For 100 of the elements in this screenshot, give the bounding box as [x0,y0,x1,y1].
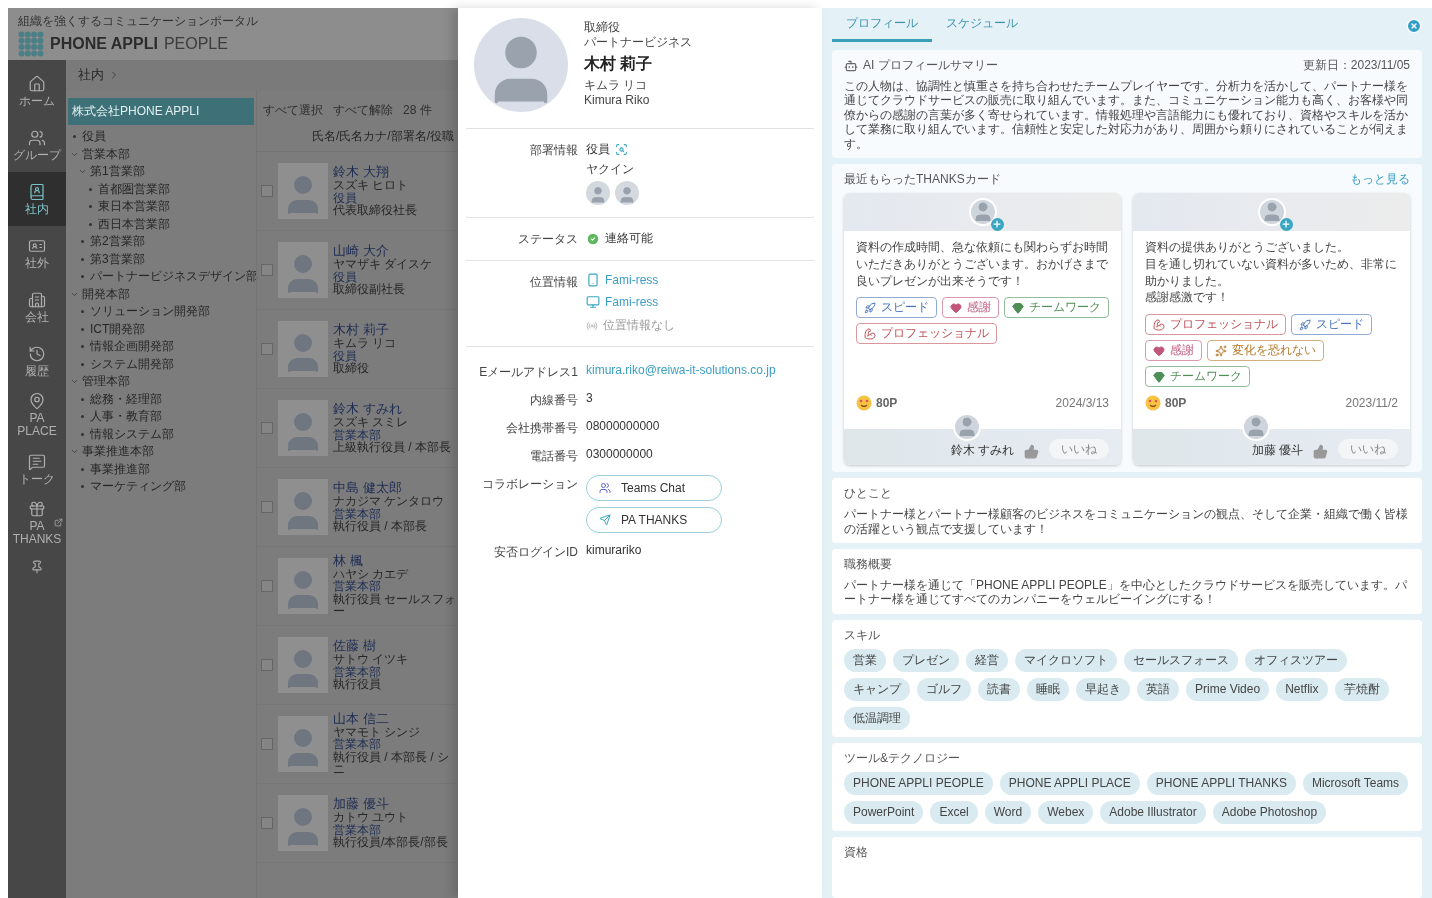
field-label: 部署情報 [529,142,578,159]
person-kana: ナカジマ ケンタロウ [333,494,445,508]
breadcrumb[interactable]: 社内 [78,66,104,84]
nav-item[interactable]: 社内 [8,172,66,226]
pin-icon[interactable] [30,560,44,574]
person-name[interactable]: 中島 健太郎 [333,481,445,495]
bullet-icon [81,345,84,349]
person-title: 執行役員 / 本部長 [333,520,428,533]
section-text: パートナー様とパートナー様顧客のビジネスをコミュニケーションの観点、そして企業・組織で働く皆様の活躍という観点で支援しています！ [844,507,1409,536]
select-all-button[interactable]: すべて選択 [263,101,323,119]
like-button[interactable]: いいね [1338,439,1398,460]
checkbox[interactable] [261,817,273,829]
thumbs-up-icon[interactable] [1313,444,1328,460]
more-link[interactable]: もっと見る [1350,170,1410,188]
thanks-button[interactable]: PA THANKS [586,507,722,533]
skill-chip: セールスフォース [1124,648,1238,672]
teams-chat-button[interactable]: Teams Chat [586,475,722,501]
checkbox[interactable] [261,738,273,750]
tree-item[interactable]: 情報企画開発部 [68,338,174,356]
tree-item[interactable]: 営業本部 [68,145,130,163]
product-name: PEOPLE [163,35,228,53]
person-title: 上級執行役員 / 本部長 [333,441,451,454]
nav-item[interactable]: ホーム [8,64,66,118]
send-icon [599,514,611,526]
location-link[interactable]: Fami-ress [605,273,659,287]
checkbox[interactable] [261,264,273,276]
person-name[interactable]: 鈴木 大翔 [333,165,417,179]
tree-item[interactable]: システム開発部 [68,355,174,373]
bullet-icon [81,327,84,331]
location-link[interactable]: Fami-ress [605,295,659,309]
signal-icon [586,319,598,332]
tree-item[interactable]: ICT開発部 [68,320,146,338]
person-department: 営業本部 [333,823,381,837]
skill-chip: Netflix [1276,677,1328,701]
thumbs-up-icon[interactable] [1024,444,1039,460]
person-title: 取締役副社長 [333,283,406,296]
tree-item[interactable]: 首都圏営業部 [68,180,170,198]
like-button[interactable]: いいね [1049,439,1109,460]
skill-chip: 芋焼酎 [1334,677,1389,701]
thanks-message: 資料の作成時間、急な依頼にも関わらずお時間いただきありがとうございます。おかげさまで良いプレゼンが出来そうです！ [856,238,1109,290]
close-button[interactable] [1406,18,1422,34]
nav-item[interactable]: 社外 [8,226,66,280]
plus-icon[interactable] [990,217,1004,231]
nav-item[interactable]: PA THANKS [8,496,66,550]
tree-item[interactable]: 第3営業部 [68,250,145,268]
tab[interactable]: プロフィール [832,8,932,42]
tree-item[interactable]: 第2営業部 [68,233,145,251]
bullet-icon [81,257,84,261]
skill-chip: オフィスツアー [1245,648,1347,672]
tree-item[interactable]: ソリューション開発部 [68,303,210,321]
tree-item[interactable]: 西日本営業部 [68,215,170,233]
tree-item[interactable]: 開発本部 [68,285,130,303]
avatar-placeholder[interactable] [615,181,639,205]
tree-item[interactable]: 役員 [68,128,106,146]
tree-root-item[interactable]: 株式会社PHONE APPLI [68,98,254,125]
smartphone-icon [586,273,600,287]
skill-chip: PHONE APPLI PEOPLE [844,771,993,795]
nav-item[interactable]: トーク [8,442,66,496]
tree-item[interactable]: 事業推進部 [68,460,150,478]
checkbox[interactable] [261,659,273,671]
nav-item[interactable]: PA PLACE [8,388,66,442]
tree-item[interactable]: 第1営業部 [68,163,145,181]
person-name[interactable]: 林 楓 [333,554,458,568]
tree-item[interactable]: 人事・教育部 [68,408,162,426]
skill-chip: Prime Video [1186,677,1270,701]
tree-item[interactable]: 総務・経理部 [68,390,162,408]
skill-chip: Adobe Photoshop [1212,800,1327,824]
checkbox[interactable] [261,501,273,513]
field-label: 位置情報 [529,274,578,291]
card-date: 2024/3/13 [1055,396,1109,411]
skill-chip: 英語 [1137,677,1179,701]
tab[interactable]: スケジュール [932,8,1032,42]
bullet-icon [81,432,84,436]
tree-item[interactable]: 東日本営業部 [68,198,170,216]
card-title: AI プロフィールサマリー [863,57,998,74]
person-name[interactable]: 木村 莉子 [333,323,397,337]
person-name[interactable]: 加藤 優斗 [333,797,448,811]
person-department: 営業本部 [333,580,381,593]
checkbox[interactable] [261,185,273,197]
avatar-placeholder[interactable] [586,181,610,205]
nav-item[interactable]: 履歴 [8,334,66,388]
checkbox[interactable] [261,422,273,434]
card-date: 2023/11/2 [1345,396,1398,411]
plus-icon[interactable] [1279,217,1293,231]
checkbox[interactable] [261,343,273,355]
nav-item[interactable]: グループ [8,118,66,172]
search-icon[interactable] [615,143,628,156]
nav-item[interactable]: 会社 [8,280,66,334]
tree-item[interactable]: 管理本部 [68,373,130,391]
person-name[interactable]: 鈴木 すみれ [333,402,451,416]
tree-item[interactable]: マーケティング部 [68,478,186,496]
smiley-icon [856,395,872,412]
tree-item[interactable]: 情報システム部 [68,425,174,443]
person-name[interactable]: 佐藤 樹 [333,639,409,653]
person-name[interactable]: 山本 信二 [333,712,458,726]
tree-item[interactable]: 事業推進本部 [68,443,154,461]
checkbox[interactable] [261,580,273,592]
person-name[interactable]: 山崎 大介 [333,244,433,258]
email-link[interactable]: kimura.riko@reiwa-it-solutions.co.jp [586,363,814,377]
deselect-all-button[interactable]: すべて解除 [333,101,393,119]
